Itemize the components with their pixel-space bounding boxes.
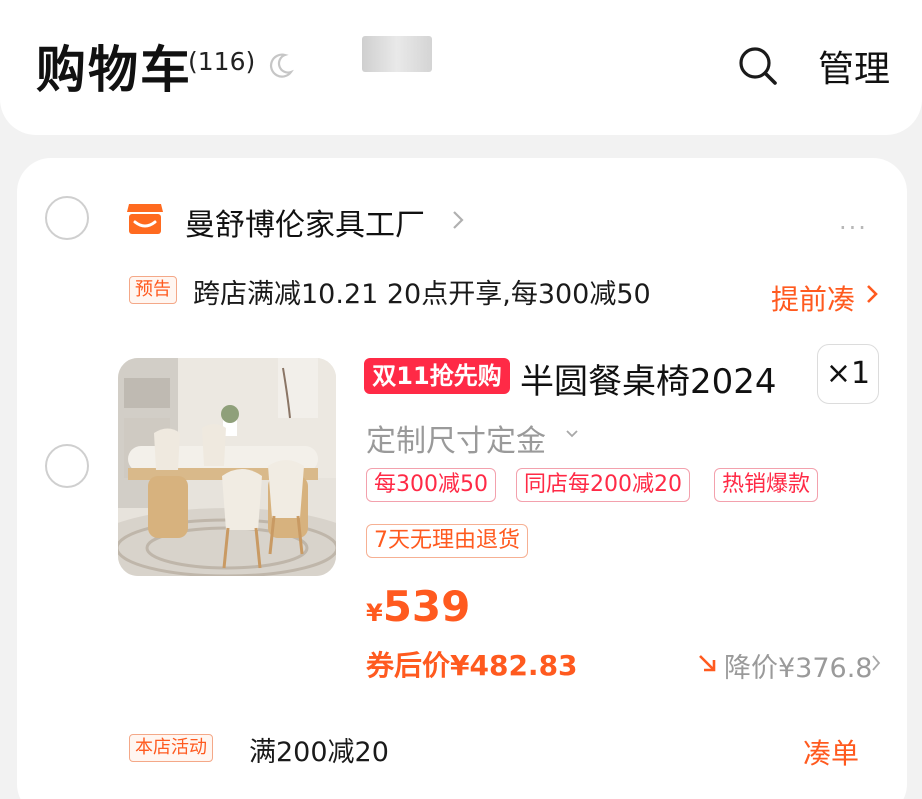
search-icon[interactable] [736, 44, 780, 88]
product-select-radio[interactable] [45, 444, 89, 488]
manage-button[interactable]: 管理 [818, 40, 890, 92]
discount-tag: 每300减50 [366, 468, 496, 502]
moon-icon[interactable] [266, 50, 296, 80]
promo-preview-tag: 预告 [129, 276, 177, 304]
hot-sale-tag: 热销爆款 [714, 468, 819, 502]
price-value: 539 [382, 582, 471, 631]
price-drop-text[interactable]: 降价¥376.8 [724, 646, 872, 685]
currency-symbol: ¥ [366, 599, 383, 627]
shop-name[interactable]: 曼舒博伦家具工厂 [185, 200, 425, 244]
double-11-presale-badge: 双11抢先购 [364, 358, 510, 394]
product-spec-selector[interactable]: 定制尺寸定金 [366, 416, 546, 460]
return-policy-tag: 7天无理由退货 [366, 524, 528, 558]
product-image[interactable] [118, 358, 336, 576]
quantity-stepper[interactable]: ×1 [817, 344, 879, 404]
topup-link[interactable]: 提前凑 [771, 278, 855, 318]
store-activity-text: 满200减20 [249, 737, 389, 768]
chevron-right-icon[interactable] [870, 653, 882, 673]
store-activity-tag: 本店活动 [129, 734, 213, 762]
after-coupon-price: 券后价¥482.83 [366, 649, 578, 682]
header-bar: 购物车 (116) 管理 [0, 0, 922, 135]
shop-card: 曼舒博伦家具工厂 ··· 预告 跨店满减10.21 20点开享,每300减50 … [17, 158, 907, 799]
shop-select-radio[interactable] [45, 196, 89, 240]
price-drop-arrow-icon [699, 655, 716, 672]
chevron-right-icon[interactable] [450, 208, 466, 232]
blurred-region [362, 36, 432, 72]
page-title: 购物车 [36, 41, 192, 99]
cart-count: (116) [188, 47, 256, 76]
more-options-icon[interactable]: ··· [839, 214, 868, 242]
product-name[interactable]: 半圆餐桌椅2024 [520, 354, 777, 403]
store-discount-tag: 同店每200减20 [516, 468, 690, 502]
product-price: ¥539 [366, 582, 470, 631]
checkout-link[interactable]: 凑单 [803, 732, 859, 772]
chevron-right-icon[interactable] [865, 283, 879, 305]
chevron-down-icon[interactable] [564, 428, 580, 440]
cross-store-promo-text: 跨店满减10.21 20点开享,每300减50 [193, 279, 651, 310]
dining-set-photo [118, 358, 336, 576]
shop-icon [127, 204, 163, 234]
